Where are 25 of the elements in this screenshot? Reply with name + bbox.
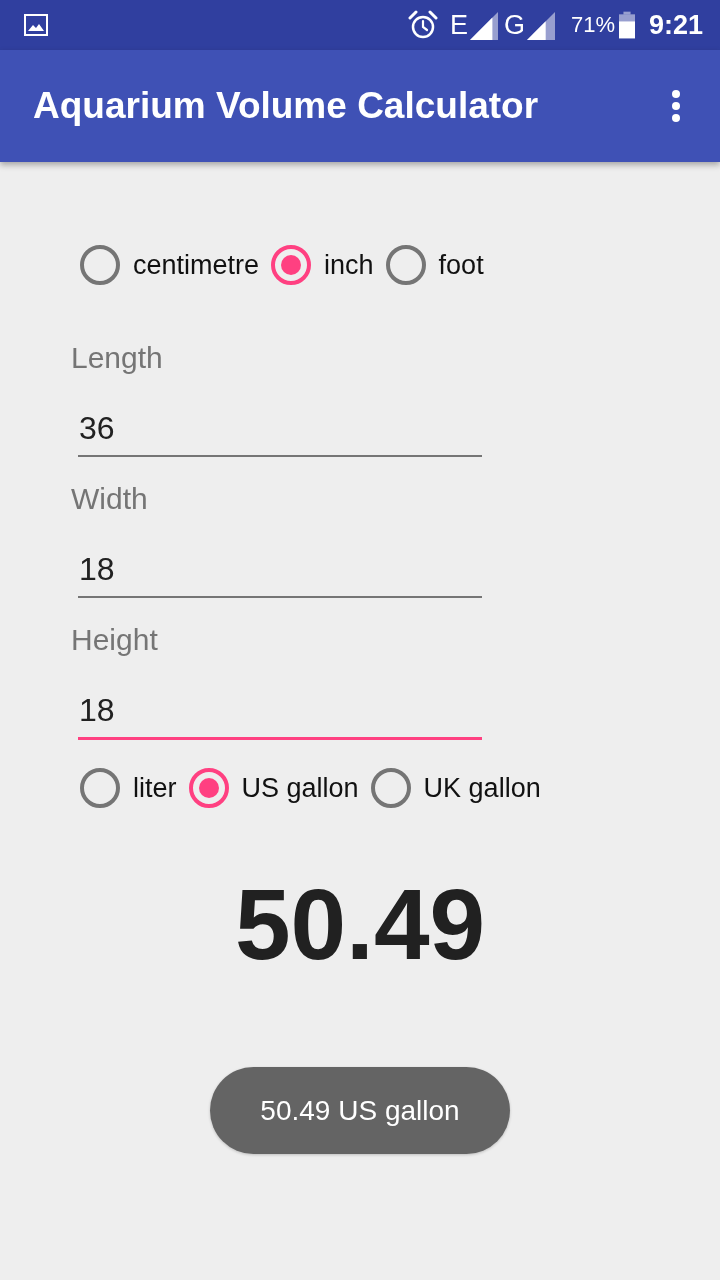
radio-option[interactable]: US gallon — [188, 768, 359, 808]
clock-time: 9:21 — [648, 10, 703, 40]
input-field[interactable]: 18 — [78, 683, 482, 740]
app-title: Aquarium Volume Calculator — [33, 84, 539, 128]
signal-icon — [469, 12, 498, 40]
radio-option[interactable]: UK gallon — [370, 768, 541, 808]
network-type-label: G — [503, 10, 525, 40]
alarm-clock-icon — [407, 10, 438, 40]
result-value: 50.49 — [234, 867, 486, 982]
field-label: Length — [71, 340, 163, 376]
network-type-label: E — [449, 10, 468, 40]
input-field[interactable]: 18 — [78, 542, 482, 598]
battery-icon — [618, 11, 635, 39]
more-options-icon[interactable] — [672, 90, 680, 122]
toast-message: 50.49 US gallon — [210, 1067, 510, 1154]
battery-percent: 71% — [570, 12, 615, 38]
field-label: Height — [71, 622, 158, 658]
image-icon — [24, 14, 48, 36]
radio-option[interactable]: foot — [385, 245, 484, 285]
radio-option[interactable]: liter — [80, 768, 177, 808]
field-label: Width — [71, 481, 148, 517]
radio-option[interactable]: inch — [271, 245, 374, 285]
radio-option[interactable]: centimetre — [80, 245, 260, 285]
signal-icon — [526, 12, 555, 40]
input-field[interactable]: 36 — [78, 401, 482, 457]
